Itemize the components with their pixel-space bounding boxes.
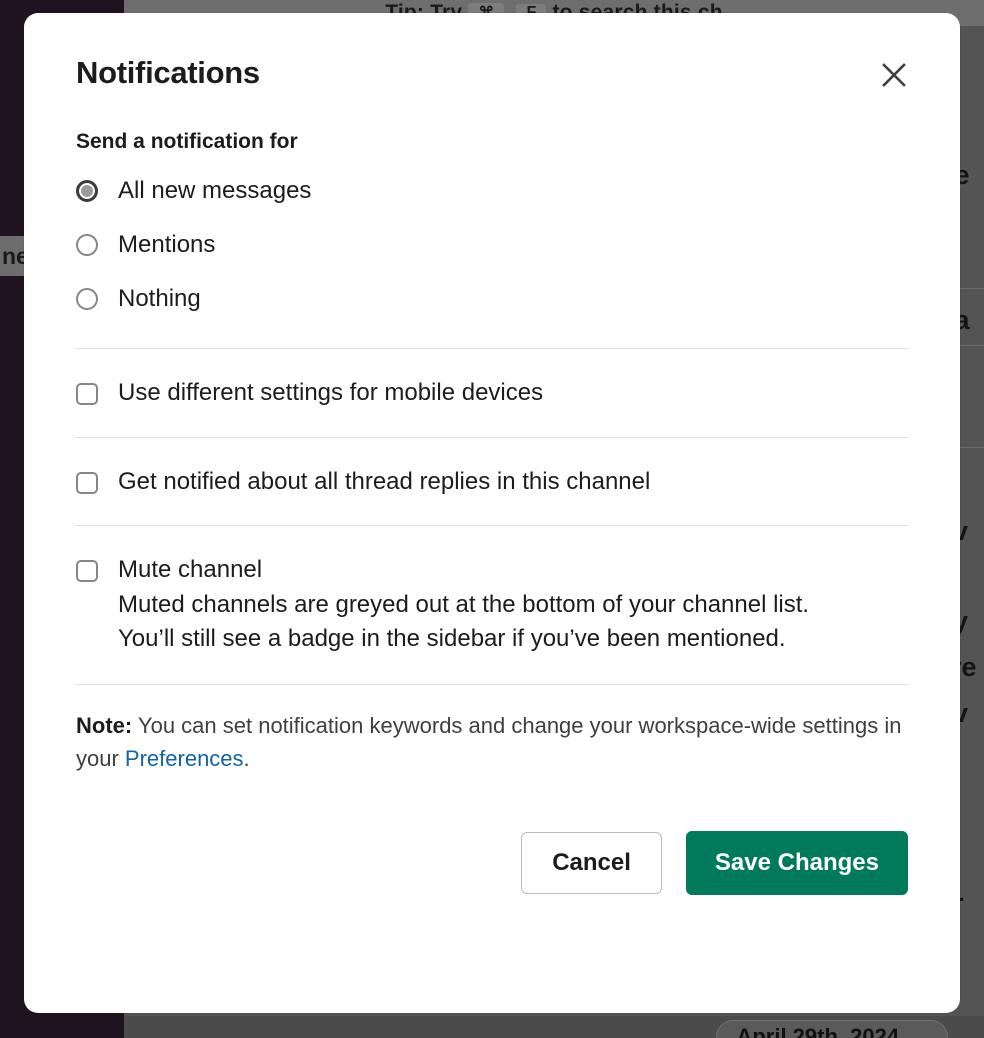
close-icon <box>879 60 909 90</box>
page-title: Notifications <box>76 55 260 90</box>
note-suffix: . <box>243 745 250 771</box>
radio-option-nothing[interactable]: Nothing <box>76 272 908 326</box>
checkbox-label: Mute channel <box>118 556 263 584</box>
preferences-link[interactable]: Preferences <box>125 746 244 771</box>
save-changes-button[interactable]: Save Changes <box>685 830 908 895</box>
radio-label: Nothing <box>118 285 201 313</box>
checkbox-indicator[interactable] <box>76 471 98 494</box>
notifications-modal: Notifications Send a notification for Al… <box>24 13 960 1013</box>
radio-indicator[interactable] <box>76 288 98 310</box>
send-notification-label: Send a notification for <box>76 130 298 153</box>
checkbox-block-mobile-settings: Use different settings for mobile device… <box>76 349 908 437</box>
notification-radio-group: All new messages Mentions Nothing <box>76 164 908 326</box>
chevron-down-icon: ⌄ <box>909 1024 928 1038</box>
checkbox-block-thread-replies: Get notified about all thread replies in… <box>76 438 908 526</box>
radio-label: All new messages <box>118 177 312 205</box>
mute-description-line-1: Muted channels are greyed out at the bot… <box>118 590 810 618</box>
checkbox-indicator[interactable] <box>76 383 98 405</box>
bottom-bar-sidebar-backdrop <box>0 1016 124 1038</box>
mute-description-line-2: You’ll still see a badge in the sidebar … <box>118 624 786 652</box>
modal-header: Notifications <box>24 13 960 88</box>
date-divider-pill[interactable]: April 29th, 2024 ⌄ <box>716 1020 948 1038</box>
checkbox-option-mute-channel[interactable]: Mute channel Muted channels are greyed o… <box>76 556 908 656</box>
checkbox-indicator[interactable] <box>76 560 98 583</box>
checkbox-label: Use different settings for mobile device… <box>118 379 544 406</box>
checkbox-block-mute-channel: Mute channel Muted channels are greyed o… <box>76 526 908 684</box>
modal-body: Send a notification for All new messages… <box>24 130 960 775</box>
checkbox-label: Get notified about all thread replies in… <box>118 467 651 495</box>
radio-indicator[interactable] <box>76 180 98 202</box>
note-prefix: Note: <box>76 712 133 738</box>
cancel-button[interactable]: Cancel <box>521 831 662 894</box>
radio-option-mentions[interactable]: Mentions <box>76 218 908 272</box>
radio-label: Mentions <box>118 231 216 259</box>
note-text: Note: You can set notification keywords … <box>76 685 908 775</box>
radio-indicator[interactable] <box>76 234 98 256</box>
radio-option-all-new-messages[interactable]: All new messages <box>76 164 908 218</box>
modal-footer: Cancel Save Changes <box>24 775 960 895</box>
checkbox-option-mobile-settings[interactable]: Use different settings for mobile device… <box>76 379 908 407</box>
date-divider-label: April 29th, 2024 <box>736 1024 900 1038</box>
checkbox-option-thread-replies[interactable]: Get notified about all thread replies in… <box>76 468 908 496</box>
close-button[interactable] <box>872 53 916 97</box>
